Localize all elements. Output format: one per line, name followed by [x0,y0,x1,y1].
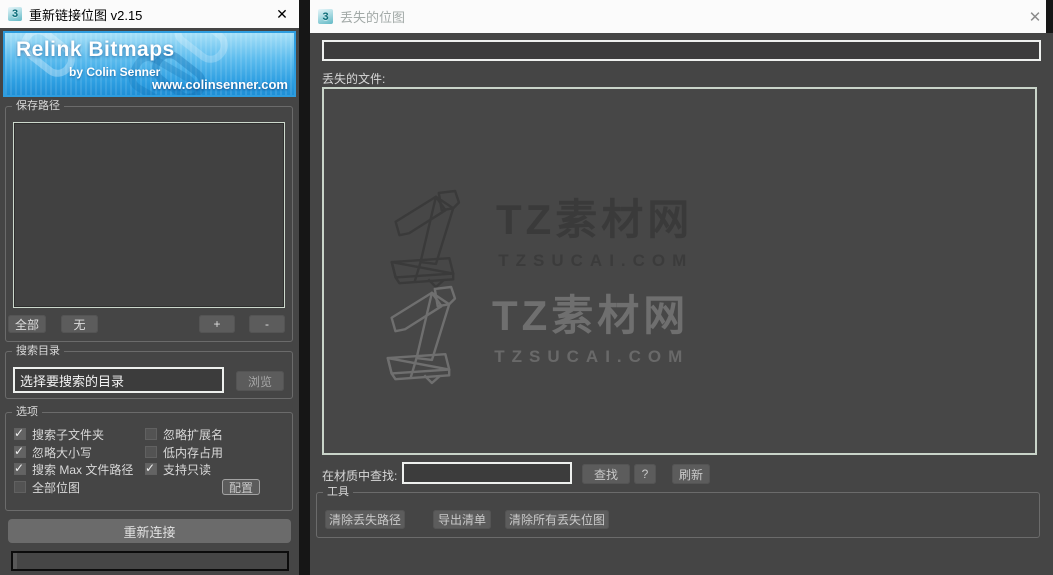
find-button[interactable]: 查找 [582,464,630,484]
checkbox-icon[interactable] [14,461,26,475]
watermark-text: TZ素材网 TZSUCAI.COM [492,293,689,367]
clear-all-missing-bitmaps-button[interactable]: 清除所有丢失位图 [505,510,609,529]
tools-label: 工具 [323,485,353,499]
select-all-button[interactable]: 全部 [8,315,46,333]
clear-missing-paths-button[interactable]: 清除丢失路径 [325,510,405,529]
save-paths-label: 保存路径 [12,99,64,113]
checkbox-label: 搜索子文件夹 [32,427,105,442]
checkbox-search-subfolders[interactable]: 搜索子文件夹 [14,426,105,442]
options-label: 选项 [12,405,42,419]
selected-path-field[interactable] [322,40,1041,61]
background-notch [1046,0,1053,33]
missing-files-label: 丢失的文件: [322,72,386,86]
progress-fill [13,553,17,569]
checkbox-label: 搜索 Max 文件路径 [32,462,134,477]
browse-button[interactable]: 浏览 [236,371,284,391]
relink-window-titlebar[interactable]: 3 重新链接位图 v2.15 ✕ [0,0,299,28]
checkbox-label: 支持只读 [163,462,212,477]
missing-files-list[interactable]: TZ素材网 TZSUCAI.COM TZ素材网 TZSUCAI.COM [322,87,1037,455]
find-in-materials-input[interactable] [402,462,572,484]
close-icon[interactable]: ✕ [265,0,299,28]
watermark-domain: TZSUCAI.COM [494,347,690,366]
search-directory-label: 搜索目录 [12,344,64,358]
refresh-button[interactable]: 刷新 [672,464,710,484]
screen: 3 重新链接位图 v2.15 ✕ Relink Bitmaps by Colin… [0,0,1053,575]
checkbox-label: 忽略扩展名 [163,427,224,442]
checkbox-readonly-support[interactable]: 支持只读 [145,461,212,477]
checkbox-icon[interactable] [145,446,157,458]
help-button[interactable]: ? [634,464,656,484]
export-list-button[interactable]: 导出清单 [433,510,491,529]
3dsmax-app-icon: 3 [8,7,22,21]
config-button[interactable]: 配置 [222,479,260,495]
banner-title: Relink Bitmaps [16,38,175,61]
tz-logo-icon [386,285,457,385]
watermark-brand: TZ素材网 [492,292,690,339]
missing-window-titlebar[interactable]: 3 丢失的位图 [310,0,1046,33]
add-path-button[interactable]: + [199,315,235,333]
tz-logo-icon [390,189,461,289]
checkbox-ignore-extension[interactable]: 忽略扩展名 [145,427,224,442]
watermark: TZ素材网 TZSUCAI.COM [386,189,693,289]
checkbox-label: 全部位图 [32,480,81,495]
checkbox-search-max-paths[interactable]: 搜索 Max 文件路径 [14,461,134,477]
checkbox-icon[interactable] [145,428,157,440]
find-in-materials-label: 在材质中查找: [322,469,398,483]
checkbox-all-bitmaps[interactable]: 全部位图 [14,480,81,495]
banner-byline: by Colin Senner [69,65,161,79]
checkbox-icon[interactable] [145,461,157,475]
watermark-domain: TZSUCAI.COM [498,251,694,270]
relink-banner: Relink Bitmaps by Colin Senner www.colin… [3,31,296,97]
search-directory-input[interactable] [13,367,224,393]
watermark-brand: TZ素材网 [496,196,694,243]
missing-window-title: 丢失的位图 [340,10,406,25]
tools-group: 工具 [316,485,1040,538]
checkbox-label: 忽略大小写 [32,445,93,460]
checkbox-icon[interactable] [14,444,26,458]
watermark: TZ素材网 TZSUCAI.COM [382,285,689,385]
watermark-text: TZ素材网 TZSUCAI.COM [496,197,693,271]
remove-path-button[interactable]: - [249,315,285,333]
relink-window-title: 重新链接位图 v2.15 [29,7,143,23]
checkbox-ignore-case[interactable]: 忽略大小写 [14,444,93,460]
checkbox-label: 低内存占用 [163,445,224,460]
relink-button[interactable]: 重新连接 [8,519,291,543]
save-paths-list[interactable] [13,122,285,308]
progress-bar [11,551,289,571]
checkbox-icon[interactable] [14,426,26,440]
banner-url: www.colinsenner.com [151,77,288,92]
checkbox-icon[interactable] [14,481,26,493]
checkbox-low-memory[interactable]: 低内存占用 [145,445,224,460]
select-none-button[interactable]: 无 [61,315,98,333]
3dsmax-app-icon: 3 [318,9,333,24]
